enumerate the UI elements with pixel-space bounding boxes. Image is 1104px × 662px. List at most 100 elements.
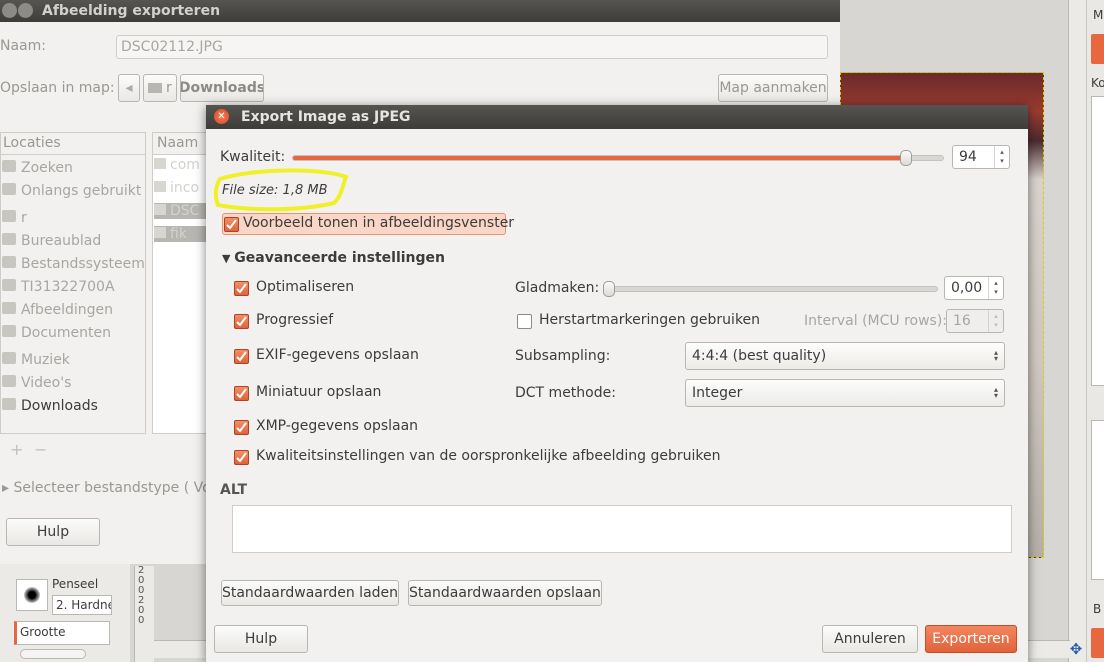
dock-list-2	[1091, 420, 1104, 580]
restart-checkbox[interactable]	[517, 314, 532, 329]
smoothing-spinbox[interactable]: 0,00 ▴ ▾	[944, 276, 1004, 300]
brush-field[interactable]: 2. Hardne	[52, 595, 112, 615]
brush-preview[interactable]	[16, 579, 48, 611]
file-row[interactable]: com	[154, 157, 210, 173]
name-label: Naam:	[0, 38, 46, 54]
place-label: Downloads	[21, 398, 98, 414]
place-item[interactable]: Documenten	[2, 325, 111, 341]
file-icon	[154, 227, 166, 238]
dialog-title-bar: ✕ Export Image as JPEG	[206, 105, 1028, 129]
combo-arrows-icon: ▴ ▾	[993, 385, 998, 400]
maximize-icon[interactable]	[18, 3, 33, 18]
combo-arrows-icon: ▴ ▾	[993, 348, 998, 363]
close-icon[interactable]	[2, 3, 17, 18]
orig-quality-checkbox[interactable]	[234, 450, 249, 465]
orig-quality-label[interactable]: Kwaliteitsinstellingen van de oorspronke…	[256, 448, 720, 464]
dct-value: Integer	[692, 385, 743, 401]
place-item[interactable]: Downloads	[2, 398, 98, 414]
place-item[interactable]: Onlangs gebruikt	[2, 183, 141, 199]
spin-arrows-icon[interactable]: ▴ ▾	[994, 146, 1009, 168]
quality-slider-knob[interactable]	[899, 150, 912, 166]
place-item[interactable]: TI31322700A	[2, 279, 115, 295]
quality-spinbox[interactable]: 94 ▴ ▾	[952, 145, 1010, 169]
alt-label: ALT	[220, 482, 247, 498]
place-item[interactable]: Bureaublad	[2, 233, 101, 249]
name-input[interactable]: DSC02112.JPG	[116, 35, 828, 59]
file-icon	[154, 158, 166, 169]
interval-label: Interval (MCU rows):	[804, 313, 948, 329]
subsampling-combo[interactable]: 4:4:4 (best quality) ▴ ▾	[685, 342, 1005, 370]
expander-icon: ▸	[2, 480, 14, 496]
size-field[interactable]: Grootte	[14, 621, 110, 645]
spin-arrows-icon[interactable]: ▴ ▾	[988, 277, 1003, 299]
restart-label[interactable]: Herstartmarkeringen gebruiken	[539, 312, 760, 328]
crumb-downloads-button[interactable]: Downloads	[180, 74, 264, 102]
alt-textarea[interactable]	[232, 505, 1012, 553]
place-item[interactable]: Bestandssysteem	[2, 256, 145, 272]
place-label: Bureaublad	[21, 233, 102, 249]
preview-checkbox[interactable]	[224, 217, 239, 232]
right-dock: M Ko B	[1068, 0, 1104, 662]
export-button[interactable]: Exporteren	[925, 625, 1017, 653]
place-label: Muziek	[21, 352, 70, 368]
place-label: Documenten	[21, 325, 112, 341]
dct-label: DCT methode:	[515, 385, 616, 401]
place-item[interactable]: Afbeeldingen	[2, 302, 113, 318]
load-defaults-button[interactable]: Standaardwaarden laden	[221, 580, 399, 606]
place-icon	[2, 302, 16, 314]
file-row[interactable]: inco	[154, 180, 210, 196]
save-defaults-button[interactable]: Standaardwaarden opslaan	[408, 580, 602, 606]
xmp-checkbox[interactable]	[234, 420, 249, 435]
add-place-button[interactable]: +	[10, 440, 23, 459]
create-folder-button[interactable]: Map aanmaken	[718, 74, 828, 102]
dock-scrollbar[interactable]	[1069, 0, 1087, 662]
xmp-label[interactable]: XMP-gegevens opslaan	[256, 418, 418, 434]
place-item[interactable]: Zoeken	[2, 160, 73, 176]
smoothing-slider[interactable]	[603, 281, 938, 297]
thumbnail-checkbox[interactable]	[234, 386, 249, 401]
cancel-button[interactable]: Annuleren	[822, 625, 918, 653]
outer-help-button[interactable]: Hulp	[6, 518, 100, 546]
folder-label: Opslaan in map:	[0, 80, 115, 96]
navigate-icon[interactable]: ✥	[1068, 640, 1084, 658]
quality-slider-fill	[293, 156, 906, 160]
advanced-expander[interactable]: ▼ Geavanceerde instellingen	[222, 250, 445, 266]
interval-spinbox[interactable]: 16 ▴ ▾	[946, 309, 1004, 333]
optimize-checkbox[interactable]	[234, 281, 249, 296]
progressive-checkbox[interactable]	[234, 314, 249, 329]
crumb-back-button[interactable]: ◂	[118, 74, 140, 102]
dct-combo[interactable]: Integer ▴ ▾	[685, 379, 1005, 407]
dock-accent-button-2[interactable]	[1091, 628, 1104, 658]
place-item[interactable]: r	[2, 210, 27, 226]
place-item[interactable]: Muziek	[2, 352, 70, 368]
subsampling-label: Subsampling:	[515, 348, 611, 364]
exif-label[interactable]: EXIF-gegevens opslaan	[256, 347, 419, 363]
place-label: Zoeken	[21, 160, 73, 176]
progressive-label[interactable]: Progressief	[256, 312, 333, 328]
optimize-label[interactable]: Optimaliseren	[256, 279, 354, 295]
place-item[interactable]: Video's	[2, 375, 71, 391]
place-icon	[2, 375, 16, 387]
quality-label: Kwaliteit:	[220, 149, 286, 165]
ruler-vertical: 200200	[134, 566, 154, 662]
filetype-expander[interactable]: ▸ Selecteer bestandstype ( Vol	[2, 480, 215, 496]
spin-arrows-icon[interactable]: ▴ ▾	[988, 310, 1003, 332]
exif-checkbox[interactable]	[234, 349, 249, 364]
dock-list	[1091, 96, 1104, 386]
remove-place-button[interactable]: −	[34, 440, 47, 459]
file-row[interactable]: DSC	[154, 203, 210, 219]
close-icon[interactable]: ✕	[214, 109, 229, 124]
triangle-down-icon: ▼	[222, 252, 235, 265]
dock-accent-button[interactable]	[1091, 34, 1104, 64]
thumbnail-label[interactable]: Miniatuur opslaan	[256, 384, 381, 400]
file-row[interactable]: fik	[154, 226, 210, 242]
interval-value: 16	[953, 313, 971, 329]
file-icon	[154, 181, 166, 192]
smoothing-slider-knob[interactable]	[603, 281, 615, 297]
size-scroll[interactable]	[20, 649, 86, 659]
dialog-help-button[interactable]: Hulp	[214, 625, 308, 653]
files-header[interactable]: Naam	[153, 133, 213, 155]
crumb-home-button[interactable]: r	[143, 74, 177, 102]
quality-slider[interactable]	[292, 150, 944, 166]
preview-label[interactable]: Voorbeeld tonen in afbeeldingsvenster	[243, 215, 514, 231]
